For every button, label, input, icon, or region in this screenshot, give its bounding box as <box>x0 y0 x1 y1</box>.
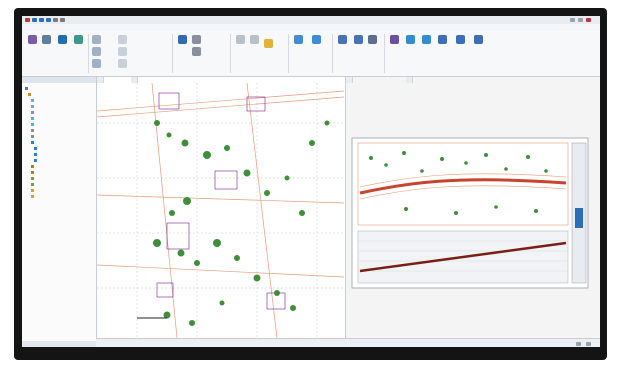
grading-icon[interactable] <box>118 59 127 68</box>
points-icon[interactable] <box>92 35 101 44</box>
corridor-icon <box>34 158 37 162</box>
tree-item[interactable] <box>31 116 36 121</box>
site-plan-drawing <box>97 83 344 338</box>
tree-item[interactable] <box>31 182 36 187</box>
ribbon-panel <box>22 31 600 77</box>
tree-item[interactable] <box>31 98 36 103</box>
title-block-logo <box>575 208 583 228</box>
assemblies-icon <box>31 164 34 168</box>
plan-profile-sheet <box>351 137 589 289</box>
undo-icon[interactable] <box>39 18 44 22</box>
palettes-icon[interactable] <box>28 35 37 44</box>
app-menu-icon[interactable] <box>25 18 30 22</box>
tree-item[interactable] <box>31 128 36 133</box>
fullscreen-icon[interactable] <box>586 342 591 346</box>
open-icon[interactable] <box>60 18 65 22</box>
geolocation-icon[interactable] <box>456 35 465 44</box>
profile-view-icon[interactable] <box>192 35 201 44</box>
survey-icon <box>31 182 34 186</box>
surfaces-icon <box>31 110 34 114</box>
ribbon-separator <box>384 34 385 73</box>
tree-item[interactable] <box>31 176 36 181</box>
tree-item[interactable] <box>31 194 36 199</box>
settings-icon[interactable] <box>576 342 581 346</box>
copy-icon[interactable] <box>250 35 259 44</box>
tree-item[interactable] <box>34 146 39 151</box>
maximize-icon[interactable] <box>578 18 583 22</box>
point-groups-icon <box>31 104 34 108</box>
express-icon[interactable] <box>474 35 483 44</box>
sites-icon <box>31 122 34 126</box>
data-shortcuts-icon <box>31 194 34 198</box>
subassemblies-icon <box>31 170 34 174</box>
ribbon-separator <box>288 34 289 73</box>
alignments-icon <box>31 116 34 120</box>
alignments-icon[interactable] <box>92 59 101 68</box>
ribbon-separator <box>88 34 89 73</box>
minimize-icon[interactable] <box>570 18 575 22</box>
parcels-icon[interactable] <box>118 35 127 44</box>
layout-viewport[interactable] <box>345 77 600 338</box>
ribbon-separator <box>172 34 173 73</box>
ribbon-separator <box>332 34 333 73</box>
status-bar <box>96 338 600 347</box>
corridor-icon <box>34 152 37 156</box>
building-outlines <box>156 92 286 310</box>
ribbon-separator <box>230 34 231 73</box>
intersections-icon <box>31 176 34 180</box>
property-lines <box>97 83 344 338</box>
points-icon <box>31 98 34 102</box>
model-viewport[interactable] <box>97 77 344 338</box>
tree-item[interactable] <box>34 152 39 157</box>
toolspace-header <box>22 77 96 83</box>
corridors-icon <box>31 140 34 144</box>
folder-icon <box>25 86 28 90</box>
ribbon-tab-bar <box>22 24 600 31</box>
publish-icon[interactable] <box>422 35 431 44</box>
view-frames-icon <box>31 188 34 192</box>
tree-item[interactable] <box>28 92 33 97</box>
grid-lines <box>97 83 344 338</box>
redo-icon[interactable] <box>46 18 51 22</box>
move-icon[interactable] <box>236 35 245 44</box>
drawing-icon <box>28 92 31 96</box>
prospector-icon[interactable] <box>58 35 67 44</box>
feature-lines-icon[interactable] <box>118 47 127 56</box>
section-view-icon[interactable] <box>192 47 201 56</box>
app-window <box>22 16 600 347</box>
pipe-network-icon[interactable] <box>178 35 187 44</box>
save-icon[interactable] <box>32 18 37 22</box>
tree-item[interactable] <box>31 104 36 109</box>
plan-production-icon[interactable] <box>438 35 447 44</box>
toolspace-footer-tab[interactable] <box>22 341 96 347</box>
print-icon[interactable] <box>53 18 58 22</box>
close-icon[interactable] <box>586 18 591 22</box>
toolspace-panel <box>22 77 97 347</box>
survey-icon[interactable] <box>74 35 83 44</box>
view-icon[interactable] <box>338 35 347 44</box>
pipe-networks-icon <box>31 134 34 138</box>
inquiry-icon[interactable] <box>368 35 377 44</box>
layer-manager-icon[interactable] <box>312 35 321 44</box>
analyze-icon[interactable] <box>390 35 399 44</box>
tree-item[interactable] <box>31 110 36 115</box>
tree-item[interactable] <box>34 158 39 163</box>
tree-item[interactable] <box>25 86 30 91</box>
tree-item[interactable] <box>31 164 36 169</box>
corridor-icon <box>34 146 37 150</box>
zoom-icon[interactable] <box>354 35 363 44</box>
tree-item[interactable] <box>31 134 36 139</box>
catchments-icon <box>31 128 34 132</box>
layer-icon[interactable] <box>294 35 303 44</box>
tree-item[interactable] <box>31 188 36 193</box>
tree-item[interactable] <box>31 170 36 175</box>
tree-item[interactable] <box>31 122 36 127</box>
output-icon[interactable] <box>406 35 415 44</box>
surfaces-icon[interactable] <box>92 47 101 56</box>
tree-item[interactable] <box>31 140 36 145</box>
highlight-icon[interactable] <box>264 39 273 48</box>
toolspace-icon[interactable] <box>42 35 51 44</box>
